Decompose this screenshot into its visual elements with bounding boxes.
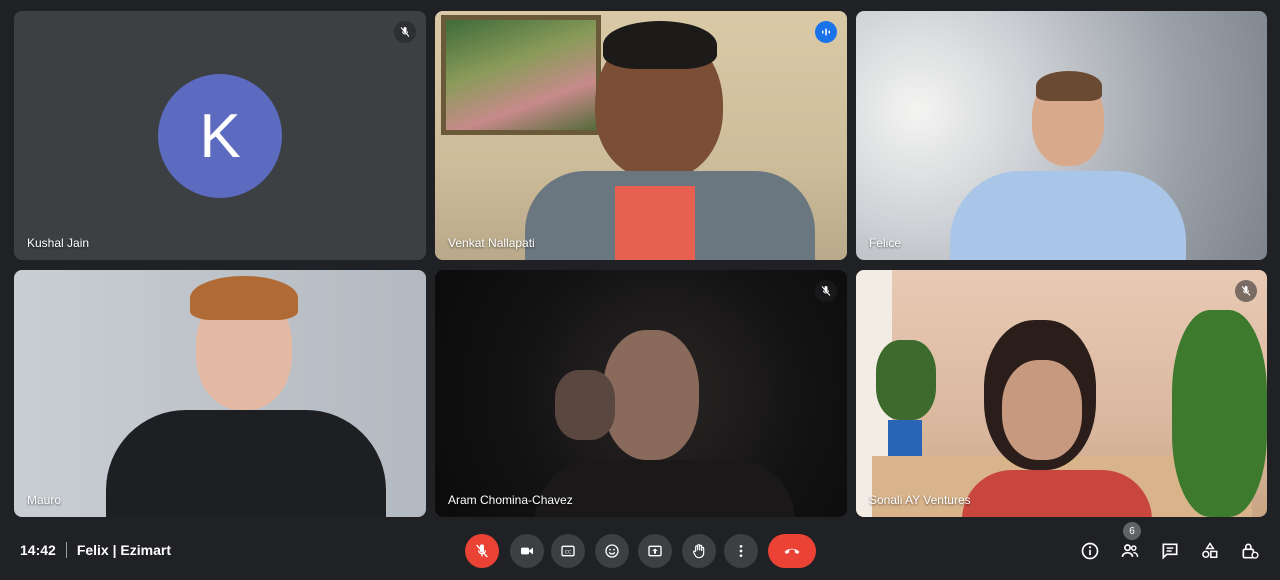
participant-tile-venkat-nallapati[interactable]: Venkat Nallapati [435, 11, 847, 260]
people-icon [1121, 544, 1139, 557]
participant-video [856, 270, 1267, 517]
participant-video [435, 11, 847, 260]
chat-icon [1162, 543, 1178, 560]
camera-toggle-button[interactable] [510, 534, 544, 568]
meeting-details-button[interactable] [1075, 536, 1105, 566]
captions-icon: CC [561, 545, 575, 557]
participant-count-badge: 6 [1123, 522, 1141, 540]
activities-icon [1202, 542, 1218, 558]
emoji-icon [605, 544, 619, 558]
present-screen-button[interactable] [638, 534, 672, 568]
reactions-button[interactable] [595, 534, 629, 568]
clock-time: 14:42 [20, 542, 56, 558]
meeting-info: 14:42 Felix | Ezimart [20, 542, 171, 558]
raise-hand-button[interactable] [682, 534, 716, 568]
info-icon [1081, 542, 1099, 560]
captions-button[interactable]: CC [551, 534, 585, 568]
end-call-icon [784, 548, 800, 554]
mic-off-icon [1235, 280, 1257, 302]
more-options-icon [739, 545, 743, 557]
participant-name: Kushal Jain [27, 236, 90, 250]
people-button[interactable]: 6 [1115, 522, 1145, 566]
participant-tile-aram-chomina-chavez[interactable]: Aram Chomina-Chavez [435, 270, 847, 517]
participant-tile-sonali-ay-ventures[interactable]: Sonali AY Ventures [856, 270, 1267, 517]
participant-name: Aram Chomina-Chavez [448, 493, 573, 507]
participant-name: Mauro [27, 493, 62, 507]
raise-hand-icon [693, 544, 705, 559]
participant-tile-mauro[interactable]: Mauro [14, 270, 426, 517]
svg-text:CC: CC [565, 549, 572, 555]
divider [65, 542, 67, 558]
participant-name: Sonali AY Ventures [869, 493, 971, 507]
bottom-toolbar: 14:42 Felix | Ezimart CC 6 [0, 522, 1280, 580]
host-controls-icon [1242, 543, 1259, 559]
participant-tile-kushal-jain[interactable]: K Kushal Jain [14, 11, 426, 260]
chat-button[interactable] [1155, 536, 1185, 566]
more-options-button[interactable] [724, 534, 758, 568]
mic-off-icon [476, 544, 488, 558]
mic-off-icon [815, 280, 837, 302]
activities-button[interactable] [1195, 536, 1225, 566]
host-controls-button[interactable] [1235, 536, 1265, 566]
participant-tile-felice[interactable]: Felice [856, 11, 1267, 260]
camera-icon [521, 547, 533, 555]
participant-video [435, 270, 847, 517]
leave-call-button[interactable] [768, 534, 816, 568]
participant-name: Venkat Nallapati [448, 236, 535, 250]
participant-video [856, 11, 1267, 260]
speaking-indicator-icon [815, 21, 837, 43]
participant-video [14, 270, 426, 517]
microphone-toggle-button[interactable] [465, 534, 499, 568]
meeting-name: Felix | Ezimart [76, 542, 171, 558]
participant-name: Felice [869, 236, 902, 250]
present-icon [648, 545, 662, 557]
avatar: K [158, 74, 282, 198]
mic-off-icon [394, 21, 416, 43]
